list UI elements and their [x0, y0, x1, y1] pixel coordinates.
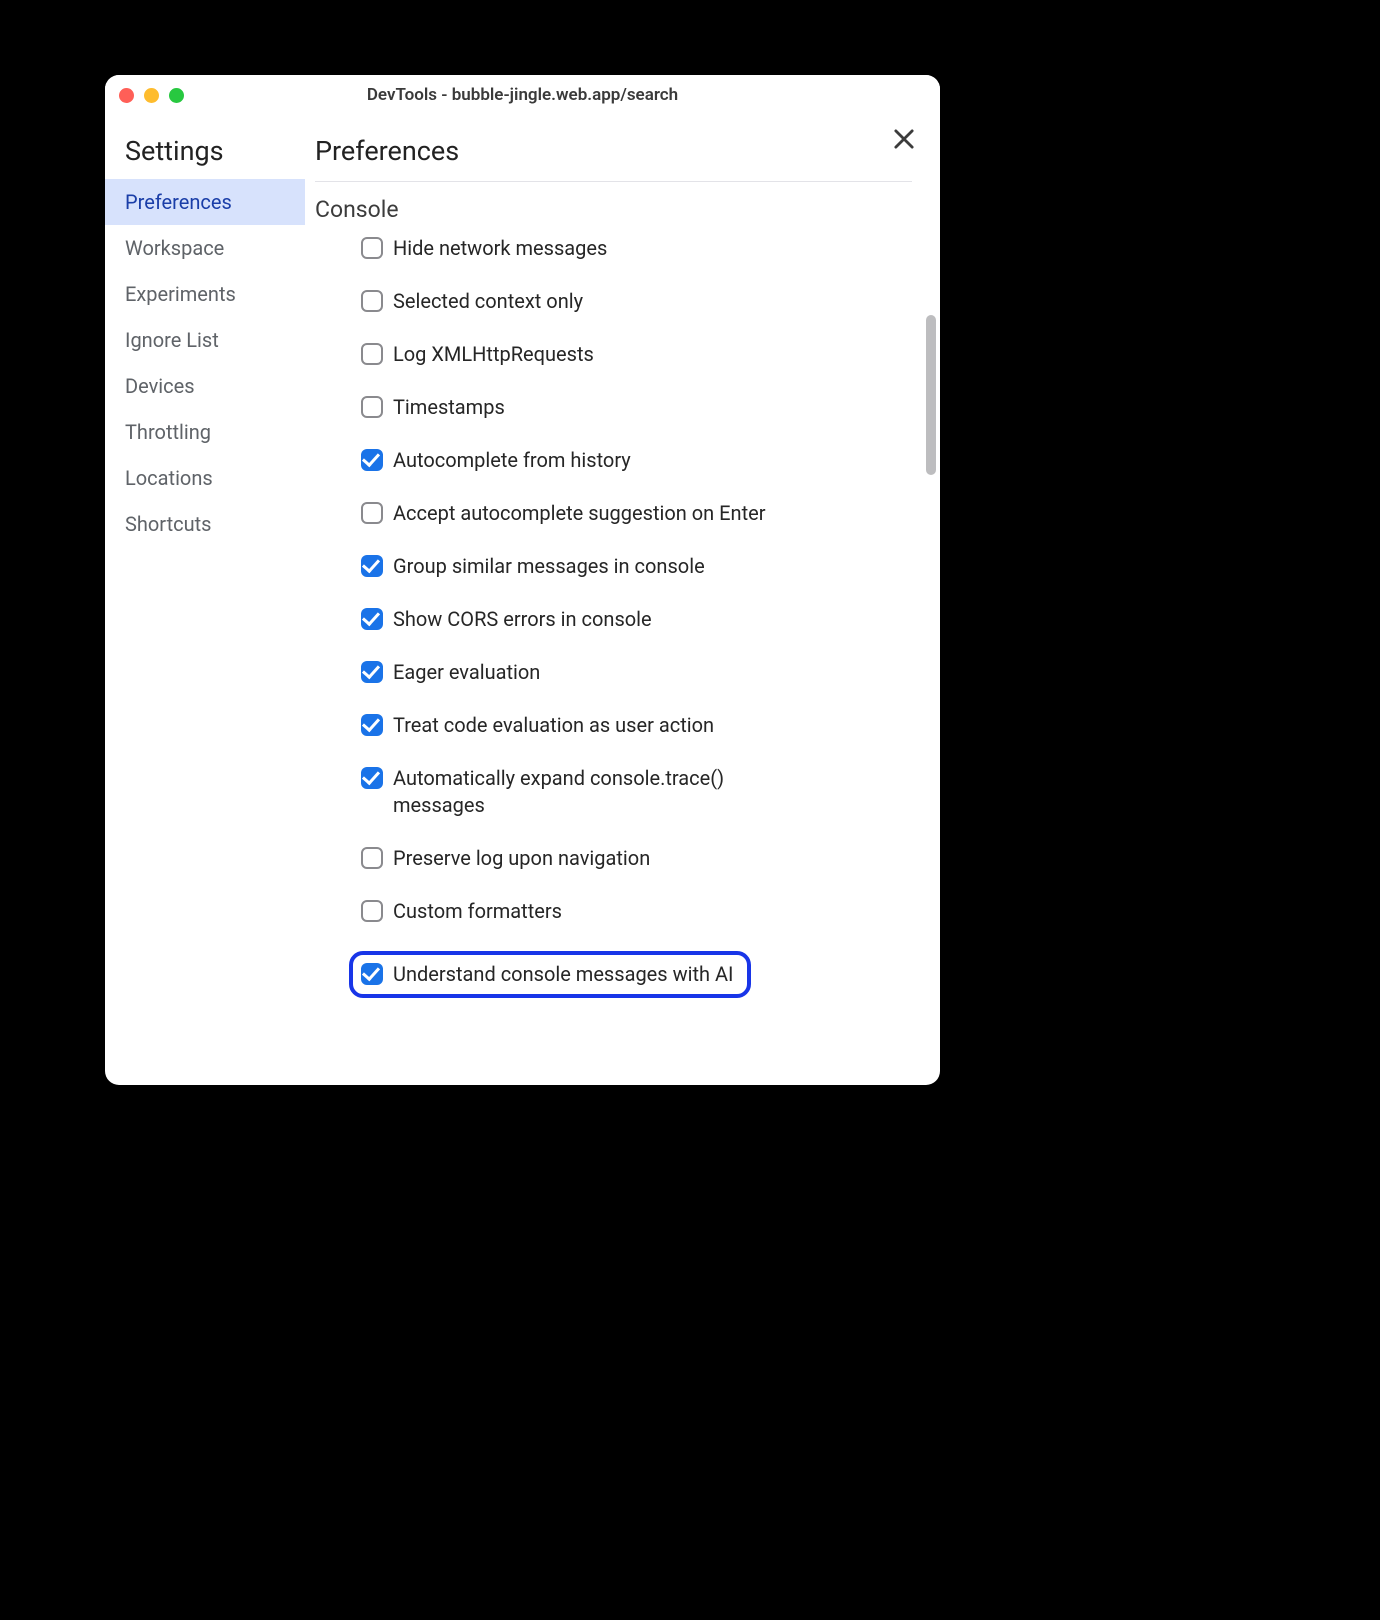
option-label: Automatically expand console.trace() mes…	[393, 765, 793, 819]
section-title-console: Console	[315, 196, 912, 223]
window-titlebar: DevTools - bubble-jingle.web.app/search	[105, 75, 940, 115]
sidebar-item-experiments[interactable]: Experiments	[105, 271, 305, 317]
option-label: Selected context only	[393, 288, 583, 315]
option-row: Treat code evaluation as user action	[361, 712, 912, 739]
checkbox[interactable]	[361, 555, 383, 577]
checkbox[interactable]	[361, 449, 383, 471]
checkbox[interactable]	[361, 661, 383, 683]
option-row: Timestamps	[361, 394, 912, 421]
window-body: Settings Preferences Workspace Experiments…	[105, 115, 940, 1085]
page-title: Preferences	[315, 135, 912, 182]
option-label: Group similar messages in console	[393, 553, 705, 580]
checkbox[interactable]	[361, 608, 383, 630]
option-row: Autocomplete from history	[361, 447, 912, 474]
sidebar-item-workspace[interactable]: Workspace	[105, 225, 305, 271]
sidebar-item-label: Preferences	[125, 190, 232, 214]
option-label: Timestamps	[393, 394, 505, 421]
sidebar-item-throttling[interactable]: Throttling	[105, 409, 305, 455]
sidebar-item-shortcuts[interactable]: Shortcuts	[105, 501, 305, 547]
option-row: Hide network messages	[361, 235, 912, 262]
option-label: Eager evaluation	[393, 659, 540, 686]
checkbox[interactable]	[361, 963, 383, 985]
checkbox[interactable]	[361, 343, 383, 365]
option-row: Understand console messages with AI	[349, 951, 751, 998]
devtools-window: DevTools - bubble-jingle.web.app/search …	[105, 75, 940, 1085]
sidebar-item-locations[interactable]: Locations	[105, 455, 305, 501]
option-label: Accept autocomplete suggestion on Enter	[393, 500, 766, 527]
sidebar-item-devices[interactable]: Devices	[105, 363, 305, 409]
scrollbar-thumb[interactable]	[926, 315, 936, 475]
scrollbar-track[interactable]	[926, 175, 936, 1065]
option-row: Show CORS errors in console	[361, 606, 912, 633]
sidebar-item-label: Ignore List	[125, 328, 219, 352]
sidebar-item-label: Shortcuts	[125, 512, 211, 536]
window-close-button[interactable]	[119, 88, 134, 103]
option-label: Understand console messages with AI	[393, 961, 733, 988]
sidebar-item-preferences[interactable]: Preferences	[105, 179, 305, 225]
close-icon	[890, 125, 918, 153]
option-label: Autocomplete from history	[393, 447, 631, 474]
option-row: Preserve log upon navigation	[361, 845, 912, 872]
option-row: Selected context only	[361, 288, 912, 315]
option-row: Automatically expand console.trace() mes…	[361, 765, 912, 819]
traffic-lights	[119, 88, 184, 103]
option-label: Hide network messages	[393, 235, 607, 262]
option-label: Preserve log upon navigation	[393, 845, 650, 872]
sidebar-item-label: Workspace	[125, 236, 224, 260]
checkbox[interactable]	[361, 237, 383, 259]
option-row: Group similar messages in console	[361, 553, 912, 580]
sidebar-item-label: Throttling	[125, 420, 211, 444]
checkbox[interactable]	[361, 502, 383, 524]
window-zoom-button[interactable]	[169, 88, 184, 103]
close-settings-button[interactable]	[890, 125, 918, 153]
option-label: Show CORS errors in console	[393, 606, 652, 633]
checkbox[interactable]	[361, 767, 383, 789]
sidebar-item-label: Devices	[125, 374, 195, 398]
checkbox[interactable]	[361, 290, 383, 312]
checkbox[interactable]	[361, 396, 383, 418]
checkbox[interactable]	[361, 714, 383, 736]
option-label: Custom formatters	[393, 898, 562, 925]
sidebar-title: Settings	[105, 135, 305, 179]
option-label: Log XMLHttpRequests	[393, 341, 594, 368]
settings-main: Preferences Console Hide network message…	[305, 115, 940, 1085]
option-row: Accept autocomplete suggestion on Enter	[361, 500, 912, 527]
option-label: Treat code evaluation as user action	[393, 712, 714, 739]
sidebar-item-ignore-list[interactable]: Ignore List	[105, 317, 305, 363]
console-options: Hide network messages Selected context on…	[315, 235, 912, 1016]
option-row: Custom formatters	[361, 898, 912, 925]
window-minimize-button[interactable]	[144, 88, 159, 103]
sidebar-item-label: Locations	[125, 466, 213, 490]
window-title: DevTools - bubble-jingle.web.app/search	[105, 85, 940, 105]
checkbox[interactable]	[361, 847, 383, 869]
sidebar-item-label: Experiments	[125, 282, 236, 306]
option-row: Log XMLHttpRequests	[361, 341, 912, 368]
checkbox[interactable]	[361, 900, 383, 922]
settings-sidebar: Settings Preferences Workspace Experiments…	[105, 115, 305, 1085]
option-row: Eager evaluation	[361, 659, 912, 686]
